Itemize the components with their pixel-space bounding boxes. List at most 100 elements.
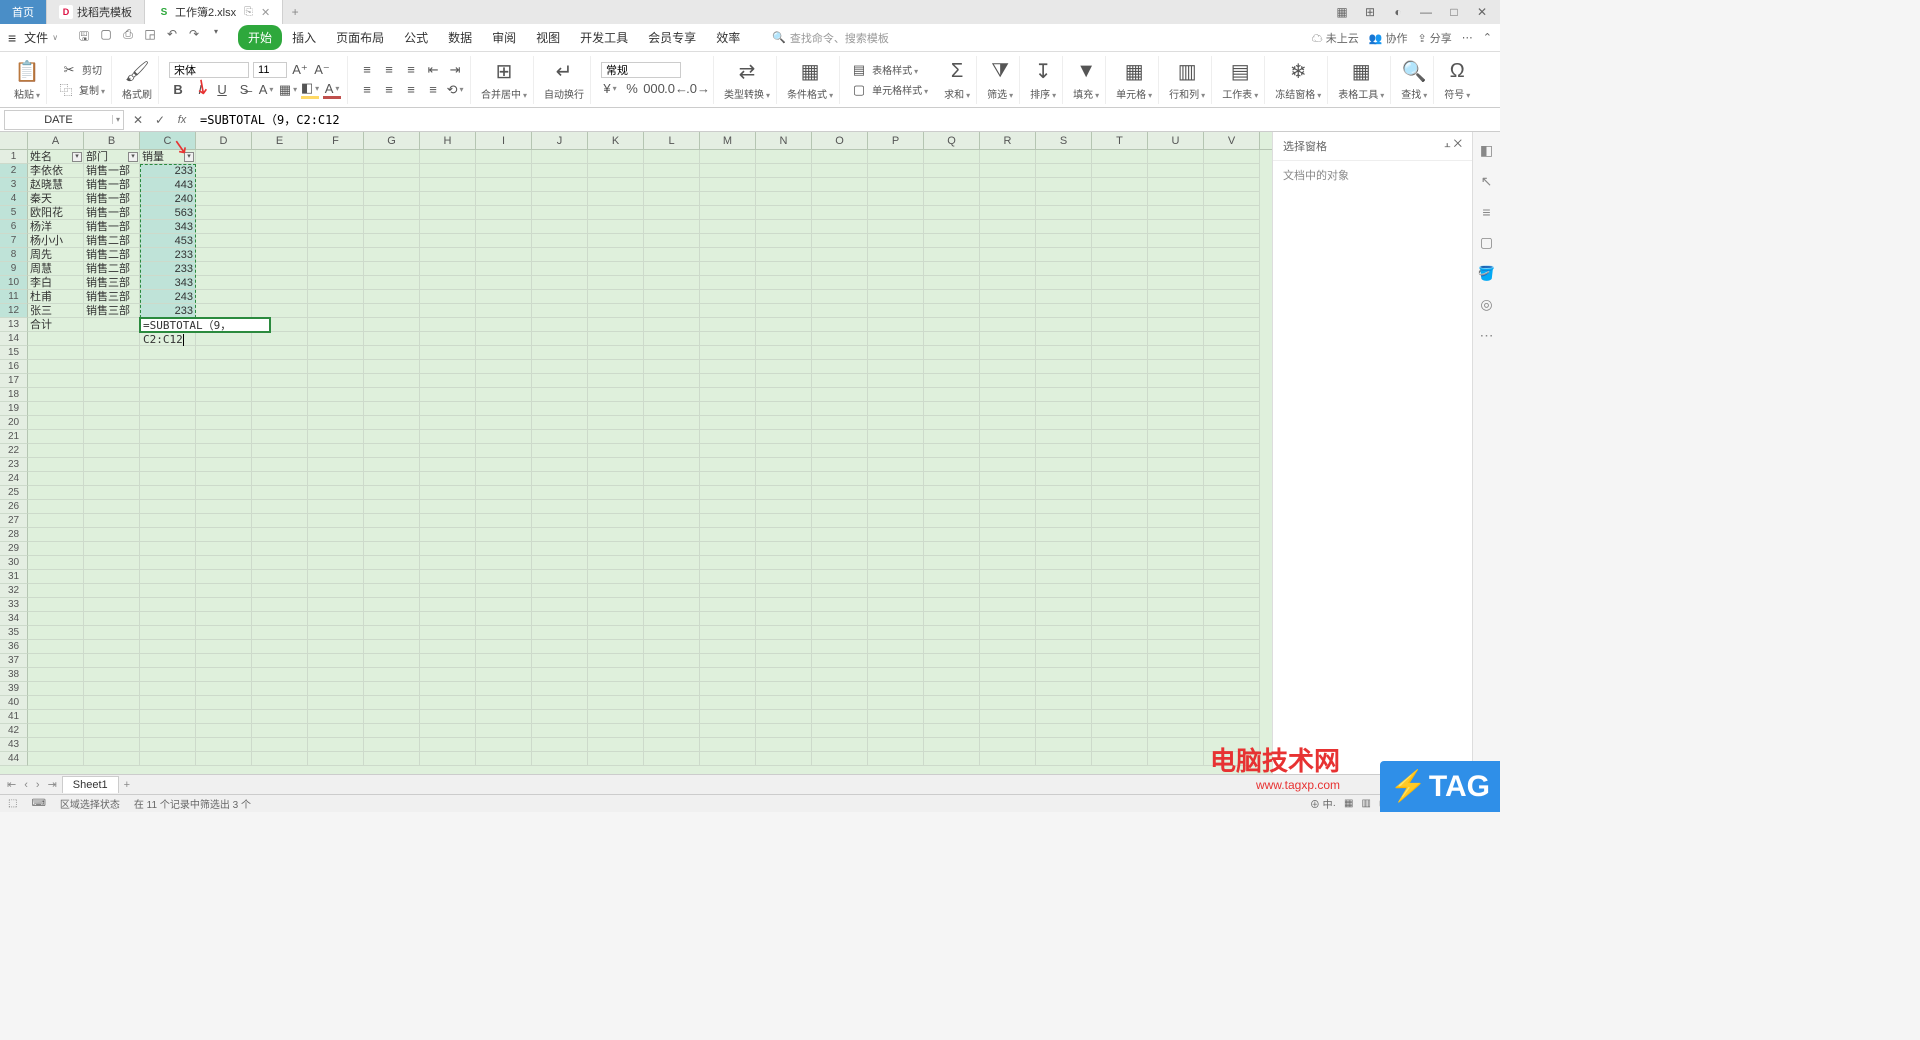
cell[interactable] (644, 570, 700, 584)
cell[interactable]: 杨洋 (28, 220, 84, 234)
cell[interactable] (924, 304, 980, 318)
cell[interactable] (868, 360, 924, 374)
cell[interactable] (364, 682, 420, 696)
col-header[interactable]: I (476, 132, 532, 149)
cell[interactable] (868, 682, 924, 696)
cell[interactable] (532, 402, 588, 416)
cell[interactable] (980, 584, 1036, 598)
cell[interactable] (1148, 430, 1204, 444)
cell[interactable] (84, 738, 140, 752)
cell[interactable] (1036, 584, 1092, 598)
cell[interactable] (1036, 738, 1092, 752)
cell[interactable] (588, 318, 644, 332)
rowcol-icon[interactable]: ▥ (1174, 58, 1200, 84)
cell[interactable] (196, 556, 252, 570)
cell[interactable] (700, 738, 756, 752)
cell[interactable] (700, 444, 756, 458)
cell[interactable] (588, 416, 644, 430)
close-icon[interactable]: ✕ (261, 6, 270, 19)
cell[interactable] (532, 332, 588, 346)
cell[interactable] (364, 458, 420, 472)
cell[interactable] (308, 486, 364, 500)
cell[interactable] (812, 514, 868, 528)
cell[interactable] (588, 388, 644, 402)
cell[interactable] (84, 556, 140, 570)
cell[interactable]: 销售三部 (84, 276, 140, 290)
cell[interactable] (1092, 234, 1148, 248)
cell[interactable] (588, 724, 644, 738)
cell[interactable] (1204, 318, 1260, 332)
cell[interactable] (308, 472, 364, 486)
cell[interactable] (140, 724, 196, 738)
cell[interactable] (980, 458, 1036, 472)
cell[interactable] (756, 388, 812, 402)
cell[interactable] (364, 290, 420, 304)
cell[interactable] (84, 514, 140, 528)
align-top-icon[interactable]: ≡ (358, 61, 376, 79)
cell[interactable] (364, 696, 420, 710)
cell[interactable] (924, 416, 980, 430)
cell[interactable]: 销售三部 (84, 290, 140, 304)
cell[interactable] (84, 542, 140, 556)
cell[interactable] (924, 248, 980, 262)
cell[interactable] (196, 150, 252, 164)
cell[interactable] (756, 682, 812, 696)
cell[interactable] (812, 738, 868, 752)
cell[interactable] (252, 486, 308, 500)
cell[interactable] (252, 528, 308, 542)
cell[interactable]: 343 (140, 220, 196, 234)
cell[interactable] (868, 290, 924, 304)
merge-label[interactable]: 合并居中 (481, 86, 527, 101)
cell-style-icon[interactable]: ▢ (850, 81, 868, 99)
cell[interactable] (140, 738, 196, 752)
cell[interactable] (532, 626, 588, 640)
cell[interactable] (532, 514, 588, 528)
cell[interactable] (1092, 626, 1148, 640)
cell[interactable] (1204, 626, 1260, 640)
inc-decimal-icon[interactable]: .0← (667, 80, 685, 98)
cell[interactable] (644, 262, 700, 276)
cell[interactable] (140, 640, 196, 654)
cell[interactable] (420, 612, 476, 626)
row-header[interactable]: 24 (0, 472, 28, 486)
cell[interactable] (644, 150, 700, 164)
col-header[interactable]: A (28, 132, 84, 149)
cell[interactable] (1036, 192, 1092, 206)
save-icon[interactable]: 🖫 (76, 27, 92, 48)
cell[interactable] (644, 416, 700, 430)
cell[interactable] (1092, 220, 1148, 234)
add-tab-button[interactable]: + (283, 5, 307, 19)
menu-tab-layout[interactable]: 页面布局 (326, 25, 394, 50)
table-tools-icon[interactable]: ▦ (1348, 58, 1374, 84)
sheet-label[interactable]: 工作表 (1222, 86, 1258, 101)
cell[interactable] (476, 584, 532, 598)
cell[interactable] (812, 290, 868, 304)
cell[interactable] (364, 612, 420, 626)
cell[interactable] (308, 374, 364, 388)
cell[interactable] (812, 178, 868, 192)
row-header[interactable]: 3 (0, 178, 28, 192)
cell[interactable] (84, 724, 140, 738)
cell[interactable] (476, 234, 532, 248)
cell[interactable] (1148, 234, 1204, 248)
cell[interactable] (644, 402, 700, 416)
cell[interactable] (700, 528, 756, 542)
add-sheet-button[interactable]: + (121, 779, 133, 791)
format-painter-icon[interactable]: 🖌 (124, 58, 150, 84)
cell[interactable] (252, 290, 308, 304)
cell[interactable] (1148, 318, 1204, 332)
cell[interactable] (1036, 710, 1092, 724)
cell[interactable] (420, 388, 476, 402)
row-header[interactable]: 23 (0, 458, 28, 472)
cell[interactable] (924, 360, 980, 374)
cell[interactable] (644, 612, 700, 626)
italic-icon[interactable]: I (191, 81, 209, 99)
cell[interactable] (532, 192, 588, 206)
cell[interactable] (700, 388, 756, 402)
cell[interactable] (588, 458, 644, 472)
cell[interactable] (756, 304, 812, 318)
cell[interactable] (196, 346, 252, 360)
cell[interactable] (476, 192, 532, 206)
cell[interactable] (140, 710, 196, 724)
cell[interactable] (252, 164, 308, 178)
